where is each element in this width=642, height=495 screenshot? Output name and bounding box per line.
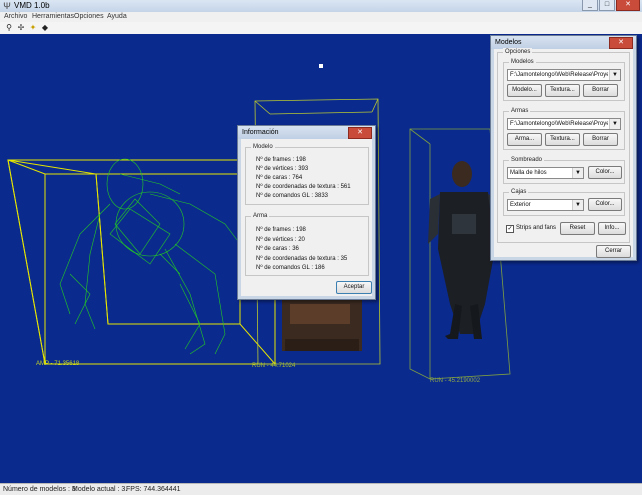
- menu-opciones[interactable]: Opciones: [74, 13, 104, 21]
- shading-value: Malla de hilos: [510, 170, 547, 176]
- menu-ayuda[interactable]: Ayuda: [107, 13, 127, 21]
- options-group: Opciones Modelos F:\Jamontelongo\Web\Rel…: [497, 48, 630, 243]
- weapon-stats-group: Arma Nº de frames : 198 Nº de vértices :…: [245, 212, 369, 276]
- minimize-icon[interactable]: _: [582, 0, 598, 11]
- boxes-value: Exterior: [510, 202, 531, 208]
- strips-checkbox[interactable]: ✓: [506, 225, 514, 233]
- boxes-color-button[interactable]: Color...: [588, 198, 622, 211]
- viewport-label-left: AMP - 71.35618: [36, 361, 80, 367]
- menu-archivo[interactable]: Archivo: [4, 13, 27, 21]
- model-load-button[interactable]: Modelo...: [507, 84, 542, 97]
- boxes-label: Cajas: [509, 188, 529, 196]
- menu-herramientas[interactable]: Herramientas: [32, 13, 74, 21]
- tag-icon[interactable]: ◆: [40, 23, 50, 33]
- weapon-path-value: F:\Jamontelongo\Web\Release\Proyectos\..…: [510, 121, 608, 127]
- chevron-down-icon: ▼: [572, 168, 583, 178]
- status-model-count: Número de modelos : 3.: [3, 486, 78, 493]
- lightbulb-icon[interactable]: ✦: [28, 23, 38, 33]
- models-dialog: Modelos ✕ Opciones Modelos F:\Jamontelon…: [490, 35, 637, 261]
- middle-model: [282, 299, 362, 351]
- weapon-load-button[interactable]: Arma...: [507, 133, 542, 146]
- weapon-delete-button[interactable]: Borrar: [583, 133, 618, 146]
- figure-icon[interactable]: ✢: [16, 23, 26, 33]
- boxes-select[interactable]: Exterior ▼: [507, 199, 584, 211]
- weapon-texture-button[interactable]: Textura...: [545, 133, 580, 146]
- model-texture-button[interactable]: Textura...: [545, 84, 580, 97]
- status-current-model: Modelo actual : 3.: [72, 486, 128, 493]
- weapons-label: Armas: [509, 107, 531, 115]
- stat-vertices: Nº de vértices : 393: [256, 166, 309, 172]
- model-path-value: F:\Jamontelongo\Web\Release\Proyectos\..…: [510, 72, 608, 78]
- reset-button[interactable]: Reset: [560, 222, 595, 235]
- window-controls: _ □ ✕: [582, 0, 640, 11]
- info-dialog: Información ✕ Modelo Nº de frames : 198 …: [237, 125, 376, 300]
- weapon-stat-vertices: Nº de vértices : 20: [256, 237, 305, 243]
- models-dialog-body: Opciones Modelos F:\Jamontelongo\Web\Rel…: [494, 48, 633, 258]
- models-group: Modelos F:\Jamontelongo\Web\Release\Proy…: [503, 58, 625, 101]
- weapon-stat-faces: Nº de caras : 36: [256, 246, 299, 252]
- shading-group: Sombreado Malla de hilos ▼ Color...: [503, 156, 625, 184]
- stat-gl-commands: Nº de comandos GL : 3833: [256, 193, 329, 199]
- stat-faces: Nº de caras : 764: [256, 175, 303, 181]
- model-delete-button[interactable]: Borrar: [583, 84, 618, 97]
- viewport-label-middle: RUN - 44.71024: [252, 363, 296, 369]
- models-dialog-title: Modelos: [495, 39, 522, 46]
- close-icon[interactable]: ✕: [616, 0, 640, 11]
- info-button[interactable]: Info...: [598, 222, 626, 235]
- chevron-down-icon: ▼: [572, 200, 583, 210]
- strips-label: Strips and fans: [516, 225, 557, 231]
- weapon-stat-frames: Nº de frames : 198: [256, 227, 306, 233]
- accept-button[interactable]: Aceptar: [336, 281, 372, 294]
- stat-frames: Nº de frames : 198: [256, 157, 306, 163]
- options-label: Opciones: [503, 48, 533, 56]
- weapon-stats-label: Arma: [251, 212, 270, 220]
- chevron-down-icon: ▼: [609, 119, 620, 129]
- maximize-icon[interactable]: □: [599, 0, 615, 11]
- model-stats-group: Modelo Nº de frames : 198 Nº de vértices…: [245, 143, 369, 205]
- weapon-stat-texcoords: Nº de coordenadas de textura : 35: [256, 256, 348, 262]
- weapons-group: Armas F:\Jamontelongo\Web\Release\Proyec…: [503, 107, 625, 150]
- chevron-down-icon: ▼: [609, 70, 620, 80]
- info-dialog-body: Modelo Nº de frames : 198 Nº de vértices…: [241, 139, 372, 296]
- light-marker: [319, 64, 323, 68]
- status-bar: Número de modelos : 3. Modelo actual : 3…: [0, 483, 642, 495]
- weapon-stat-gl-commands: Nº de comandos GL : 186: [256, 265, 325, 271]
- stat-texcoords: Nº de coordenadas de textura : 561: [256, 184, 351, 190]
- close-icon[interactable]: ✕: [609, 37, 633, 49]
- boxes-group: Cajas Exterior ▼ Color...: [503, 188, 625, 216]
- title-bar: Ψ VMD 1.0b _ □ ✕: [0, 0, 642, 12]
- shading-select[interactable]: Malla de hilos ▼: [507, 167, 584, 179]
- wireframe-model: [59, 158, 241, 355]
- close-button[interactable]: Cerrar: [596, 245, 631, 258]
- info-dialog-title: Información: [242, 129, 279, 136]
- shading-color-button[interactable]: Color...: [588, 166, 622, 179]
- shading-label: Sombreado: [509, 156, 545, 164]
- bounding-box-left: [7, 159, 277, 365]
- status-fps: FPS: 744.364441: [126, 486, 181, 493]
- models-label: Modelos: [509, 58, 536, 66]
- menu-bar: Archivo Herramientas Opciones Ayuda: [0, 12, 642, 22]
- app-icon: Ψ: [3, 1, 11, 11]
- viewport-label-right: RUN - 45.2190002: [430, 378, 481, 384]
- cursor-icon[interactable]: ⚲: [4, 23, 14, 33]
- window-title: VMD 1.0b: [14, 1, 50, 10]
- weapon-path-select[interactable]: F:\Jamontelongo\Web\Release\Proyectos\..…: [507, 118, 621, 130]
- close-icon[interactable]: ✕: [348, 127, 372, 139]
- model-stats-label: Modelo: [251, 143, 275, 151]
- model-path-select[interactable]: F:\Jamontelongo\Web\Release\Proyectos\..…: [507, 69, 621, 81]
- info-dialog-titlebar: Información ✕: [238, 126, 375, 139]
